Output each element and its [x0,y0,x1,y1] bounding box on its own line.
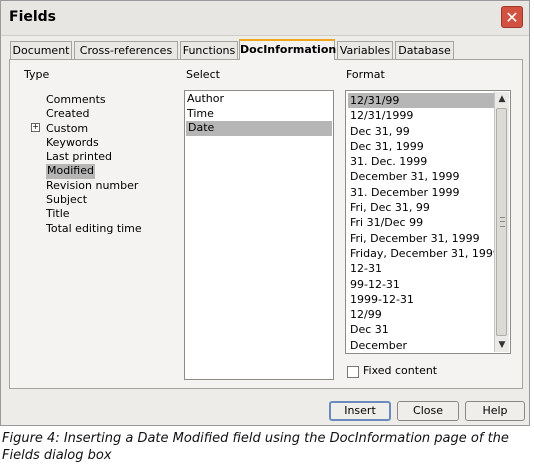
format-item[interactable]: 12-31 [348,261,494,276]
tab-label: Cross-references [79,44,173,57]
type-item-label: Revision number [46,178,139,192]
figure-caption: Figure 4: Inserting a Date Modified fiel… [2,431,509,463]
type-item-label: Last printed [46,150,113,164]
type-item-label: Created [46,107,90,121]
type-item-last-printed[interactable]: Last printed [46,150,142,164]
title-bar[interactable]: Fields ✕ [1,1,529,36]
select-item-author[interactable]: Author [185,92,333,107]
tab-cross-references[interactable]: Cross-references [74,41,178,59]
dialog-title: Fields [9,9,57,25]
type-item-custom[interactable]: Custom [46,122,142,136]
type-item-subject[interactable]: Subject [46,193,142,207]
type-label: Type [24,68,50,81]
format-list[interactable]: 12/31/99 12/31/1999 Dec 31, 99 Dec 31, 1… [345,90,511,354]
format-label: Format [346,68,385,81]
format-item[interactable]: Fri, Dec 31, 99 [348,200,494,215]
insert-button[interactable]: Insert [329,401,391,421]
scroll-up-icon[interactable]: ▲ [495,92,509,106]
format-items: 12/31/99 12/31/1999 Dec 31, 99 Dec 31, 1… [348,93,500,353]
tab-label: Functions [182,44,236,57]
format-item[interactable]: 31. December 1999 [348,185,494,200]
tab-document[interactable]: Document [10,41,72,59]
select-item-date[interactable]: Date [186,121,332,136]
fixed-content-label: Fixed content [363,364,438,377]
tab-functions[interactable]: Functions [180,41,238,59]
type-item-total-editing-time[interactable]: Total editing time [46,222,142,236]
format-item[interactable]: 12/99 [348,307,494,322]
type-item-created[interactable]: Created [46,107,142,121]
close-icon[interactable]: ✕ [501,6,523,28]
help-button[interactable]: Help [465,401,525,421]
tab-docinformation[interactable]: DocInformation [239,39,337,60]
format-scrollbar[interactable]: ▲ ▼ [494,92,509,352]
type-item-revision-number[interactable]: Revision number [46,179,142,193]
type-tree[interactable]: Comments Created Custom Keywords Last pr… [46,93,142,236]
tab-label: Variables [339,44,391,57]
tab-variables[interactable]: Variables [337,41,393,59]
format-item[interactable]: 31. Dec. 1999 [348,154,494,169]
scroll-thumb[interactable] [496,108,507,336]
format-item[interactable]: December 31, 1999 [348,169,494,184]
format-item[interactable]: 99-12-31 [348,277,494,292]
tab-database[interactable]: Database [395,41,454,59]
type-item-label: Comments [46,93,106,106]
fields-dialog: Fields ✕ Document Cross-references Funct… [0,0,530,426]
fixed-content-checkbox[interactable] [347,366,359,378]
format-item[interactable]: December [348,338,494,353]
type-item-keywords[interactable]: Keywords [46,136,142,150]
tab-label: DocInformation [240,43,337,56]
type-item-comments[interactable]: Comments [46,93,142,107]
type-item-modified[interactable]: Modified [46,164,142,179]
type-item-label: Total editing time [46,221,142,235]
type-item-label: Subject [46,193,88,207]
type-item-title[interactable]: Title [46,207,142,221]
format-item[interactable]: 12/31/99 [348,93,494,109]
format-item[interactable]: Fri, December 31, 1999 [348,231,494,246]
type-item-label: Keywords [46,135,99,149]
format-item[interactable]: Dec 31, 99 [348,124,494,139]
type-item-label: Modified [46,164,95,179]
format-item[interactable]: 1999-12-31 [348,292,494,307]
select-list[interactable]: Author Time Date [184,90,334,380]
grip-icon [500,217,505,227]
format-item[interactable]: Friday, December 31, 1999 [348,246,500,261]
tab-label: Database [398,44,451,57]
tab-label: Document [12,44,70,57]
format-item[interactable]: Dec 31 [348,322,494,337]
type-item-label: Custom [46,121,89,135]
scroll-down-icon[interactable]: ▼ [495,338,509,352]
format-item[interactable]: Fri 31/Dec 99 [348,215,494,230]
close-button[interactable]: Close [397,401,459,421]
type-item-label: Title [46,207,70,221]
select-label: Select [186,68,220,81]
expand-icon[interactable]: + [31,123,40,132]
format-item[interactable]: Dec 31, 1999 [348,139,494,154]
format-item[interactable]: 12/31/1999 [348,108,494,123]
select-item-time[interactable]: Time [185,107,333,122]
